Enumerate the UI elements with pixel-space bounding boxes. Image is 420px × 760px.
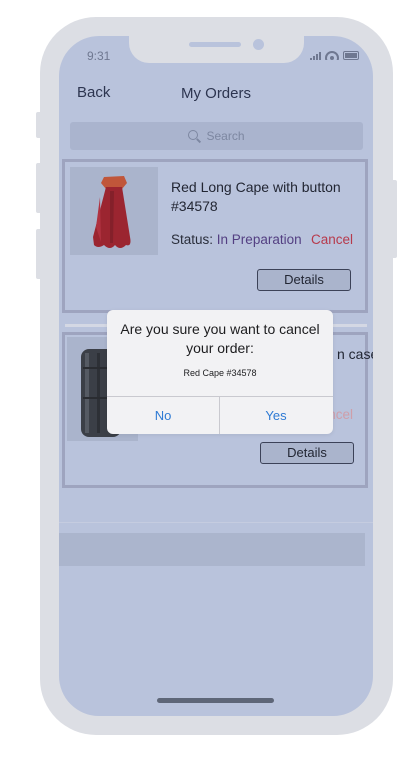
wifi-icon: [325, 51, 339, 60]
dialog-subtitle: Red Cape #34578: [183, 368, 257, 378]
cancel-confirmation-dialog: Are you sure you want to cancel your ord…: [107, 310, 333, 434]
order-status: Status: In Preparation: [171, 232, 302, 247]
no-button[interactable]: No: [107, 397, 219, 434]
status-label: Status:: [171, 232, 214, 247]
phone-mute-switch: [36, 112, 42, 138]
home-indicator[interactable]: [157, 698, 274, 703]
page-title: My Orders: [180, 85, 251, 102]
dialog-title: Are you sure you want to cancel your ord…: [120, 321, 320, 356]
notch: [129, 36, 304, 63]
phone-power-button: [391, 180, 397, 258]
phone-volume-down: [36, 229, 42, 279]
cancel-order-link[interactable]: Cancel: [311, 232, 353, 247]
yes-button[interactable]: Yes: [220, 397, 332, 434]
search-input[interactable]: Search: [70, 122, 363, 150]
search-icon: [188, 130, 200, 142]
speaker: [189, 42, 241, 47]
product-title: n case: [337, 346, 373, 362]
bottom-bar: [59, 533, 365, 566]
battery-icon: [343, 51, 359, 60]
divider: [59, 522, 373, 523]
red-cape-image: [93, 176, 131, 248]
phone-volume-up: [36, 163, 42, 213]
status-time: 9:31: [87, 49, 111, 63]
product-image: [70, 167, 158, 255]
status-icons: [310, 51, 359, 60]
details-button[interactable]: Details: [260, 442, 354, 464]
status-value: In Preparation: [216, 232, 302, 247]
camera: [253, 39, 264, 50]
product-title: Red Long Cape with button #34578: [171, 179, 341, 214]
signal-icon: [310, 52, 321, 60]
details-button[interactable]: Details: [257, 269, 351, 291]
order-card: Red Long Cape with button #34578 Status:…: [62, 159, 368, 313]
search-placeholder: Search: [206, 129, 245, 143]
